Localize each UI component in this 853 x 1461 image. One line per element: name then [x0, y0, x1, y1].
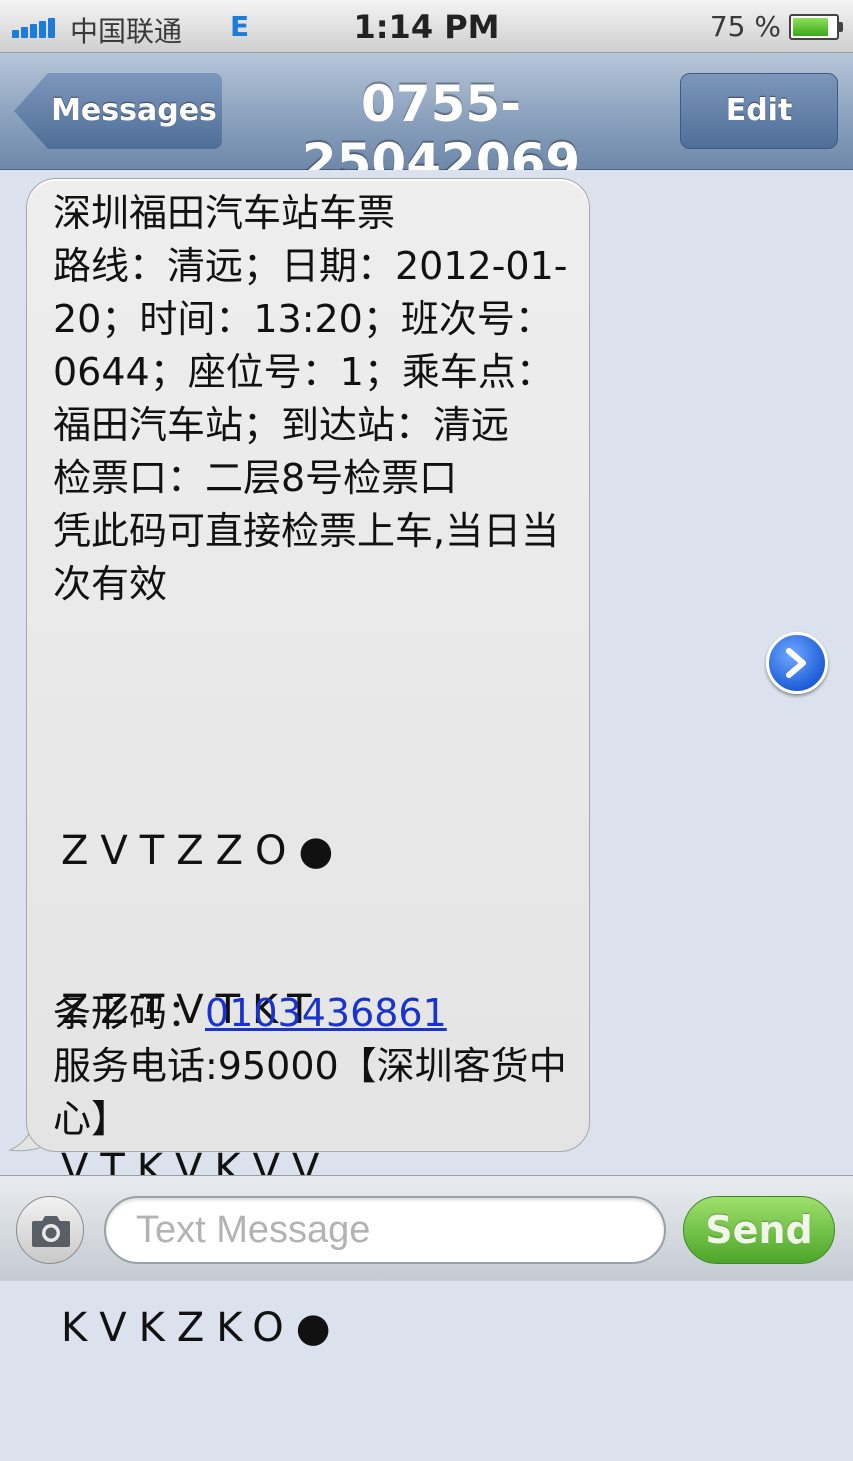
detail-disclosure-button[interactable] — [766, 632, 828, 694]
code-row: ZVTZZO● — [61, 828, 346, 874]
navigation-bar: Messages 0755-25042069 Edit — [0, 53, 853, 191]
camera-button[interactable] — [16, 1196, 84, 1264]
battery-percentage: 75 % — [709, 10, 781, 43]
incoming-message-bubble[interactable]: 深圳福田汽车站车票 路线：清远；日期：2012-01-20；时间：13:20；班… — [26, 178, 590, 1351]
text-message-input[interactable]: Text Message — [104, 1196, 666, 1264]
message-input-bar: Text Message Send — [0, 1175, 853, 1281]
service-phone-line: 服务电话:95000【深圳客货中心】 — [53, 1044, 567, 1141]
chevron-right-icon — [786, 648, 806, 678]
barcode-line: 条形码：0103436861 — [53, 987, 447, 1040]
camera-icon — [32, 1216, 70, 1247]
status-bar: 中国联通 E 1:14 PM 75 % — [0, 0, 853, 53]
barcode-number-link[interactable]: 0103436861 — [205, 991, 447, 1035]
send-button[interactable]: Send — [683, 1196, 835, 1264]
back-button-label: Messages — [51, 93, 217, 128]
battery-icon — [789, 14, 843, 40]
messages-back-button[interactable]: Messages — [14, 73, 222, 149]
barcode-label: 条形码： — [53, 991, 206, 1035]
conversation-view[interactable]: 深圳福田汽车站车票 路线：清远；日期：2012-01-20；时间：13:20；班… — [0, 170, 853, 1351]
edit-button[interactable]: Edit — [680, 73, 838, 149]
code-row: KVKZKO● — [61, 1305, 343, 1351]
message-text: 深圳福田汽车站车票 路线：清远；日期：2012-01-20；时间：13:20；班… — [53, 191, 568, 606]
